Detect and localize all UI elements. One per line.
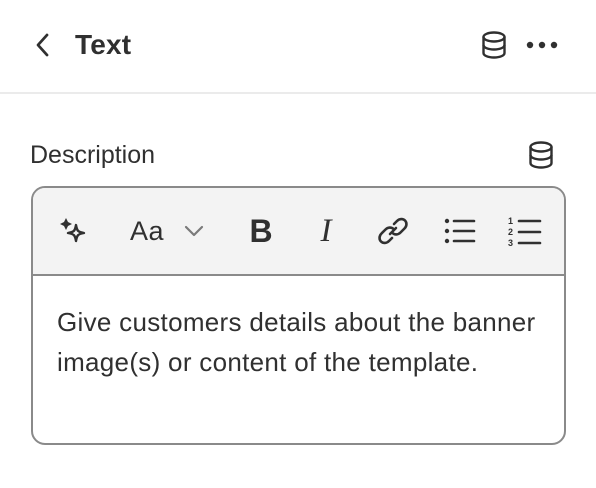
svg-text:3: 3 <box>508 238 513 247</box>
chevron-left-icon <box>33 32 53 58</box>
more-options-button[interactable] <box>522 27 562 63</box>
panel-header: Text <box>0 0 596 94</box>
page-title: Text <box>75 29 132 60</box>
numbered-list-button[interactable]: 1 2 3 <box>502 210 548 252</box>
bold-button[interactable]: B <box>238 210 284 252</box>
text-style-label: Aa <box>130 215 165 246</box>
database-icon <box>480 30 508 60</box>
chevron-down-icon <box>184 225 204 237</box>
description-dynamic-source-button[interactable] <box>523 137 559 173</box>
italic-button[interactable]: I <box>305 210 347 252</box>
rich-text-editor: Aa B I 1 2 3 Give customers details abou… <box>31 186 566 445</box>
italic-icon: I <box>320 212 332 249</box>
svg-text:2: 2 <box>508 227 513 237</box>
numbered-list-icon: 1 2 3 <box>508 215 542 247</box>
more-horizontal-icon <box>526 41 558 49</box>
link-button[interactable] <box>370 210 416 252</box>
text-settings-panel: Text Description Aa B I 1 2 3 Give custo… <box>0 0 596 488</box>
database-icon <box>527 140 555 170</box>
ai-generate-button[interactable] <box>53 210 97 252</box>
bullet-list-button[interactable] <box>437 210 483 252</box>
bullet-list-icon <box>444 216 476 246</box>
bold-icon: B <box>249 212 273 249</box>
svg-text:1: 1 <box>508 216 513 226</box>
text-style-dropdown[interactable]: Aa <box>125 210 215 252</box>
link-icon <box>377 215 409 247</box>
description-label: Description <box>30 141 156 169</box>
magic-sparkle-icon <box>59 215 91 247</box>
back-button[interactable] <box>26 28 60 62</box>
editor-toolbar: Aa B I 1 2 3 <box>33 188 564 276</box>
connect-dynamic-source-button[interactable] <box>476 27 512 63</box>
description-text-content[interactable]: Give customers details about the banner … <box>57 302 537 382</box>
